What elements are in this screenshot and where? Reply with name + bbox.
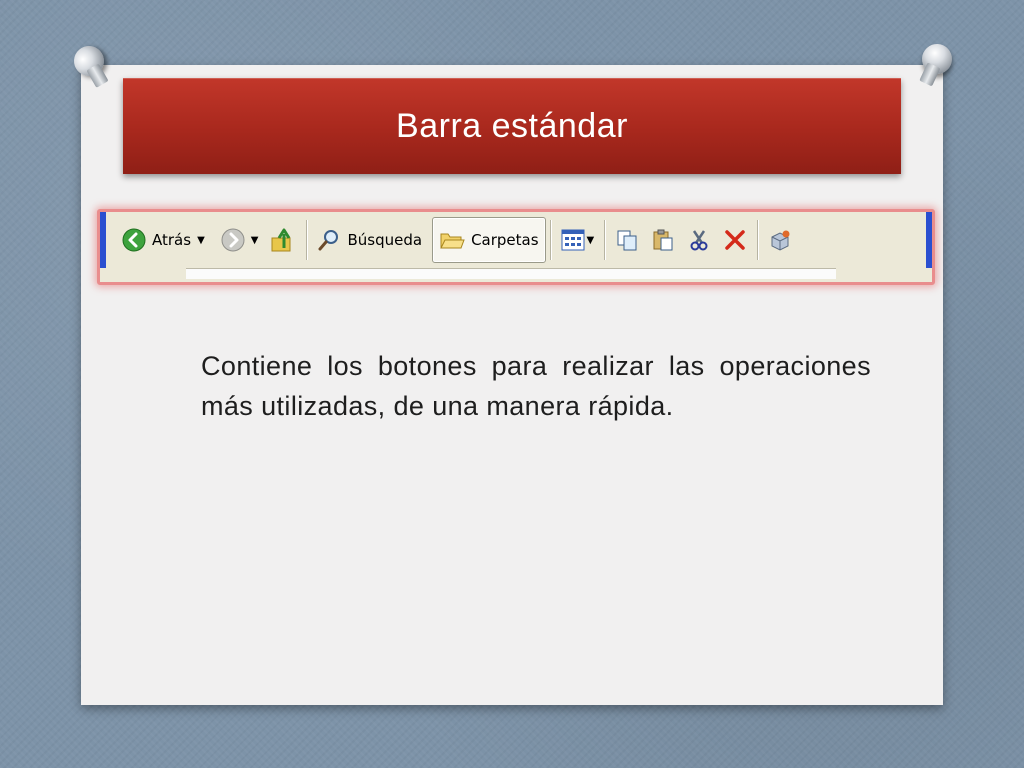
undo-box-icon [768,228,792,252]
paste-icon [651,228,675,252]
toolbar-separator [757,220,759,260]
search-button[interactable]: Búsqueda [311,218,428,262]
slide-body-text: Contiene los botones para realizar las o… [201,351,871,421]
folders-label: Carpetas [471,231,539,249]
views-button[interactable]: ▼ [555,218,601,262]
toolbar-separator [549,220,551,260]
up-folder-button[interactable] [264,218,302,262]
search-label: Búsqueda [347,231,423,249]
copy-icon [615,228,639,252]
move-to-button[interactable] [645,218,681,262]
standard-toolbar: Atrás ▼ ▼ Búsqueda Carpetas ▼ [100,212,932,268]
back-label: Atrás [152,231,192,249]
copy-to-button[interactable] [609,218,645,262]
folders-button[interactable]: Carpetas [432,217,546,263]
undo-button[interactable] [762,218,798,262]
slide-title: Barra estándar [396,106,628,145]
forward-dropdown-icon[interactable]: ▼ [251,235,259,246]
address-bar-strip [186,268,836,279]
folder-icon [439,229,465,251]
back-button[interactable]: Atrás [116,218,197,262]
delete-x-icon [723,228,747,252]
toolbar-screenshot: Atrás ▼ ▼ Búsqueda Carpetas ▼ [97,209,935,285]
delete-button[interactable] [717,218,753,262]
back-arrow-icon [122,228,146,252]
pushpin-icon [917,39,957,79]
views-grid-icon [561,229,585,251]
pushpin-icon [68,40,110,82]
scissors-icon [687,228,711,252]
search-icon [317,228,341,252]
views-dropdown-icon: ▼ [586,234,595,246]
forward-arrow-icon [221,228,245,252]
forward-button[interactable] [215,218,251,262]
toolbar-separator [306,220,308,260]
back-dropdown-icon[interactable]: ▼ [197,235,205,246]
cut-button[interactable] [681,218,717,262]
title-banner: Barra estándar [123,78,901,174]
up-folder-icon [270,226,296,254]
toolbar-separator [604,220,606,260]
